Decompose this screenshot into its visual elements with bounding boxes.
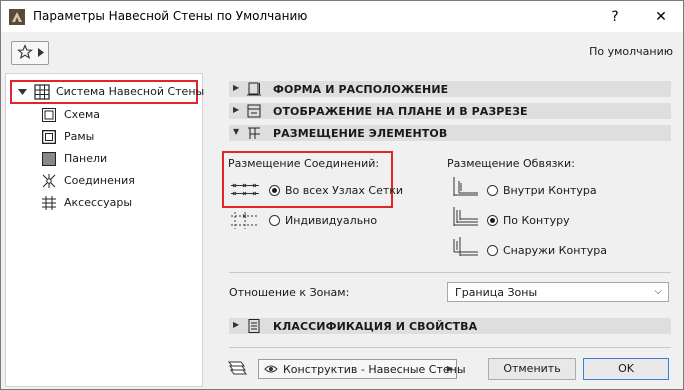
radio-outside-contour[interactable] [487,245,498,256]
favorites-button[interactable] [11,41,49,65]
eye-icon [264,365,278,373]
section-plan-and-section[interactable]: ▶ ОТОБРАЖЕНИЕ НА ПЛАНЕ И В РАЗРЕЗЕ [229,103,671,119]
help-button[interactable]: ? [601,5,629,29]
individual-nodes-icon [231,212,259,229]
tree-item-curtain-wall-system[interactable]: Система Навесной Стены [10,80,204,104]
option-outside-contour-label: Снаружи Контура [503,244,608,257]
close-button[interactable]: ✕ [647,5,675,29]
chevron-down-icon[interactable]: ▼ [233,127,239,136]
tree-root-label: Система Навесной Стены [56,85,205,98]
section-label: РАЗМЕЩЕНИЕ ЭЛЕМЕНТОВ [273,127,448,140]
junctions-icon [42,174,56,188]
star-icon [17,44,33,60]
chevron-down-icon[interactable] [18,89,27,95]
dropdown-arrow-icon: ▶ [446,364,453,373]
cancel-button[interactable]: Отменить [488,358,576,380]
all-grid-nodes-icon [231,183,259,196]
radio-inside-contour[interactable] [487,185,498,196]
chevron-down-icon: ⌵ [654,286,662,297]
title-bar: Параметры Навесной Стены по Умолчанию ? … [1,1,683,32]
chevron-right-icon[interactable]: ▶ [233,105,239,114]
option-individual-label: Индивидуально [285,214,378,227]
settings-tree: Система Навесной Стены Схема Рамы Панели [5,73,204,387]
option-inside-contour-label: Внутри Контура [503,184,597,197]
radio-individual[interactable] [269,215,280,226]
chevron-right-icon[interactable]: ▶ [233,83,239,92]
section-element-placement[interactable]: ▼ РАЗМЕЩЕНИЕ ЭЛЕМЕНТОВ [229,125,671,141]
accessories-icon [42,196,56,210]
section-label: ФОРМА И РАСПОЛОЖЕНИЕ [273,83,449,96]
radio-all-grid-nodes[interactable] [269,185,280,196]
window-title: Параметры Навесной Стены по Умолчанию [33,9,308,23]
section-shape-and-position[interactable]: ▶ ФОРМА И РАСПОЛОЖЕНИЕ [229,81,671,97]
boundary-on-contour-icon [453,207,478,226]
placement-icon [248,127,260,139]
radio-on-contour[interactable] [487,215,498,226]
option-on-contour-label: По Контуру [503,214,570,227]
section-label: КЛАССИФИКАЦИЯ И СВОЙСТВА [273,320,478,333]
zones-relation-value: Граница Зоны [455,286,538,299]
section-label: ОТОБРАЖЕНИЕ НА ПЛАНЕ И В РАЗРЕЗЕ [273,105,528,118]
plan-section-icon [247,104,261,118]
scheme-icon [42,108,56,122]
dialog-window: Параметры Навесной Стены по Умолчанию ? … [0,0,684,390]
zones-relation-label: Отношение к Зонам: [229,286,350,299]
layer-selector[interactable]: Конструктив - Навесные Стены ▶ [258,359,466,379]
tree-item-label: Схема [64,108,100,121]
layers-icon [228,361,247,375]
ok-button[interactable]: OK [583,358,669,380]
footer-divider [229,347,671,348]
panels-icon [42,152,56,166]
app-icon [9,9,25,25]
tree-item-label: Панели [64,152,108,165]
layer-name: Конструктив - Навесные Стены [283,363,466,376]
shape-icon [247,82,261,96]
section-classification-and-properties[interactable]: ▶ КЛАССИФИКАЦИЯ И СВОЙСТВА [229,318,671,334]
tree-item-label: Рамы [64,130,95,143]
tree-item-label: Соединения [64,174,135,187]
option-all-grid-nodes-label: Во всех Узлах Сетки [285,184,404,197]
chevron-right-icon[interactable]: ▶ [233,320,239,329]
frames-icon [42,130,56,144]
classification-icon [248,319,260,333]
tree-item-label: Аксессуары [64,196,132,209]
boundary-placement-heading: Размещение Обвязки: [447,157,575,170]
boundary-inside-icon [453,177,478,196]
boundary-outside-icon [453,237,478,256]
dropdown-arrow-icon [38,48,44,57]
divider [229,272,671,273]
defaults-label: По умолчанию [589,45,673,58]
junction-placement-heading: Размещение Соединений: [228,157,380,170]
curtain-wall-icon [34,84,50,100]
zones-relation-select[interactable]: Граница Зоны ⌵ [447,282,669,302]
